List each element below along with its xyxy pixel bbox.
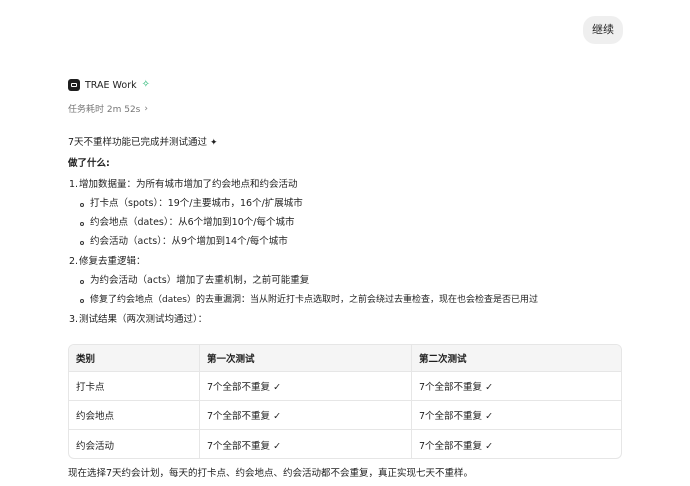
bullet-icon [80, 203, 84, 207]
table-row: 约会活动 7个全部不重复 ✓ 7个全部不重复 ✓ [69, 430, 621, 458]
table-header-cell: 第二次测试 [419, 354, 467, 365]
list-item-label: 增加数据量：为所有城市增加了约会地点和约会活动 [79, 179, 298, 190]
table-cell: 7个全部不重复 ✓ [200, 401, 412, 429]
task-duration-toggle[interactable]: 任务耗时 2m 52s › [68, 102, 148, 116]
list-subitem: 修复了约会地点（dates）的去重漏洞：当从附近打卡点选取时，之前会绕过去重检查… [90, 295, 538, 305]
list-item-label: 修复去重逻辑： [79, 256, 146, 267]
table-cell: 7个全部不重复 ✓ [419, 440, 494, 452]
list-item-label: 测试结果（两次测试均通过）： [79, 314, 208, 325]
table-cell: 7个全部不重复 ✓ [200, 372, 412, 400]
table-cell: 约会地点 [69, 401, 200, 429]
list-number: 3. [69, 314, 79, 325]
sparkle-badge-icon: ✧ [141, 79, 150, 90]
section-title: 做了什么: [68, 158, 110, 169]
table-cell: 约会活动 [69, 430, 200, 458]
list-subitem: 打卡点（spots）：19个/主要城市，16个/扩展城市 [90, 198, 303, 209]
table-cell: 7个全部不重复 ✓ [419, 411, 494, 422]
table-header-row: 类别 第一次测试 第二次测试 [69, 345, 621, 372]
table-row: 打卡点 7个全部不重复 ✓ 7个全部不重复 ✓ [69, 372, 621, 401]
bullet-icon [80, 241, 84, 245]
bullet-icon [80, 280, 84, 284]
trae-logo-icon [68, 79, 80, 91]
list-number: 1. [69, 179, 79, 190]
table-cell: 打卡点 [69, 372, 200, 400]
list-number: 2. [69, 256, 79, 267]
chevron-right-icon: › [144, 103, 148, 114]
response-footer: 现在选择7天约会计划，每天的打卡点、约会地点、约会活动都不会重复，真正实现七天不… [68, 468, 474, 479]
sparkle-icon: ✦ [210, 138, 218, 148]
table-row: 约会地点 7个全部不重复 ✓ 7个全部不重复 ✓ [69, 401, 621, 430]
user-message-bubble: 继续 [583, 16, 623, 44]
list-subitem: 约会地点（dates）：从6个增加到10个/每个城市 [90, 217, 295, 228]
response-headline-text: 7天不重样功能已完成并测试通过 [68, 137, 208, 148]
table-header-cell: 第一次测试 [200, 345, 412, 371]
agent-name: TRAE Work [85, 79, 137, 91]
response-headline: 7天不重样功能已完成并测试通过 ✦ [68, 136, 218, 150]
table-cell: 7个全部不重复 ✓ [200, 430, 412, 458]
test-results-table: 类别 第一次测试 第二次测试 打卡点 7个全部不重复 ✓ 7个全部不重复 ✓ 约… [68, 344, 622, 459]
bullet-icon [80, 299, 84, 303]
table-header-cell: 类别 [69, 345, 200, 371]
table-cell: 7个全部不重复 ✓ [419, 382, 494, 393]
agent-header: TRAE Work ✧ [68, 78, 150, 92]
list-subitem: 约会活动（acts）：从9个增加到14个/每个城市 [90, 236, 288, 247]
bullet-icon [80, 222, 84, 226]
task-duration-text: 任务耗时 2m 52s [68, 105, 141, 115]
list-subitem: 为约会活动（acts）增加了去重机制，之前可能重复 [90, 275, 310, 286]
